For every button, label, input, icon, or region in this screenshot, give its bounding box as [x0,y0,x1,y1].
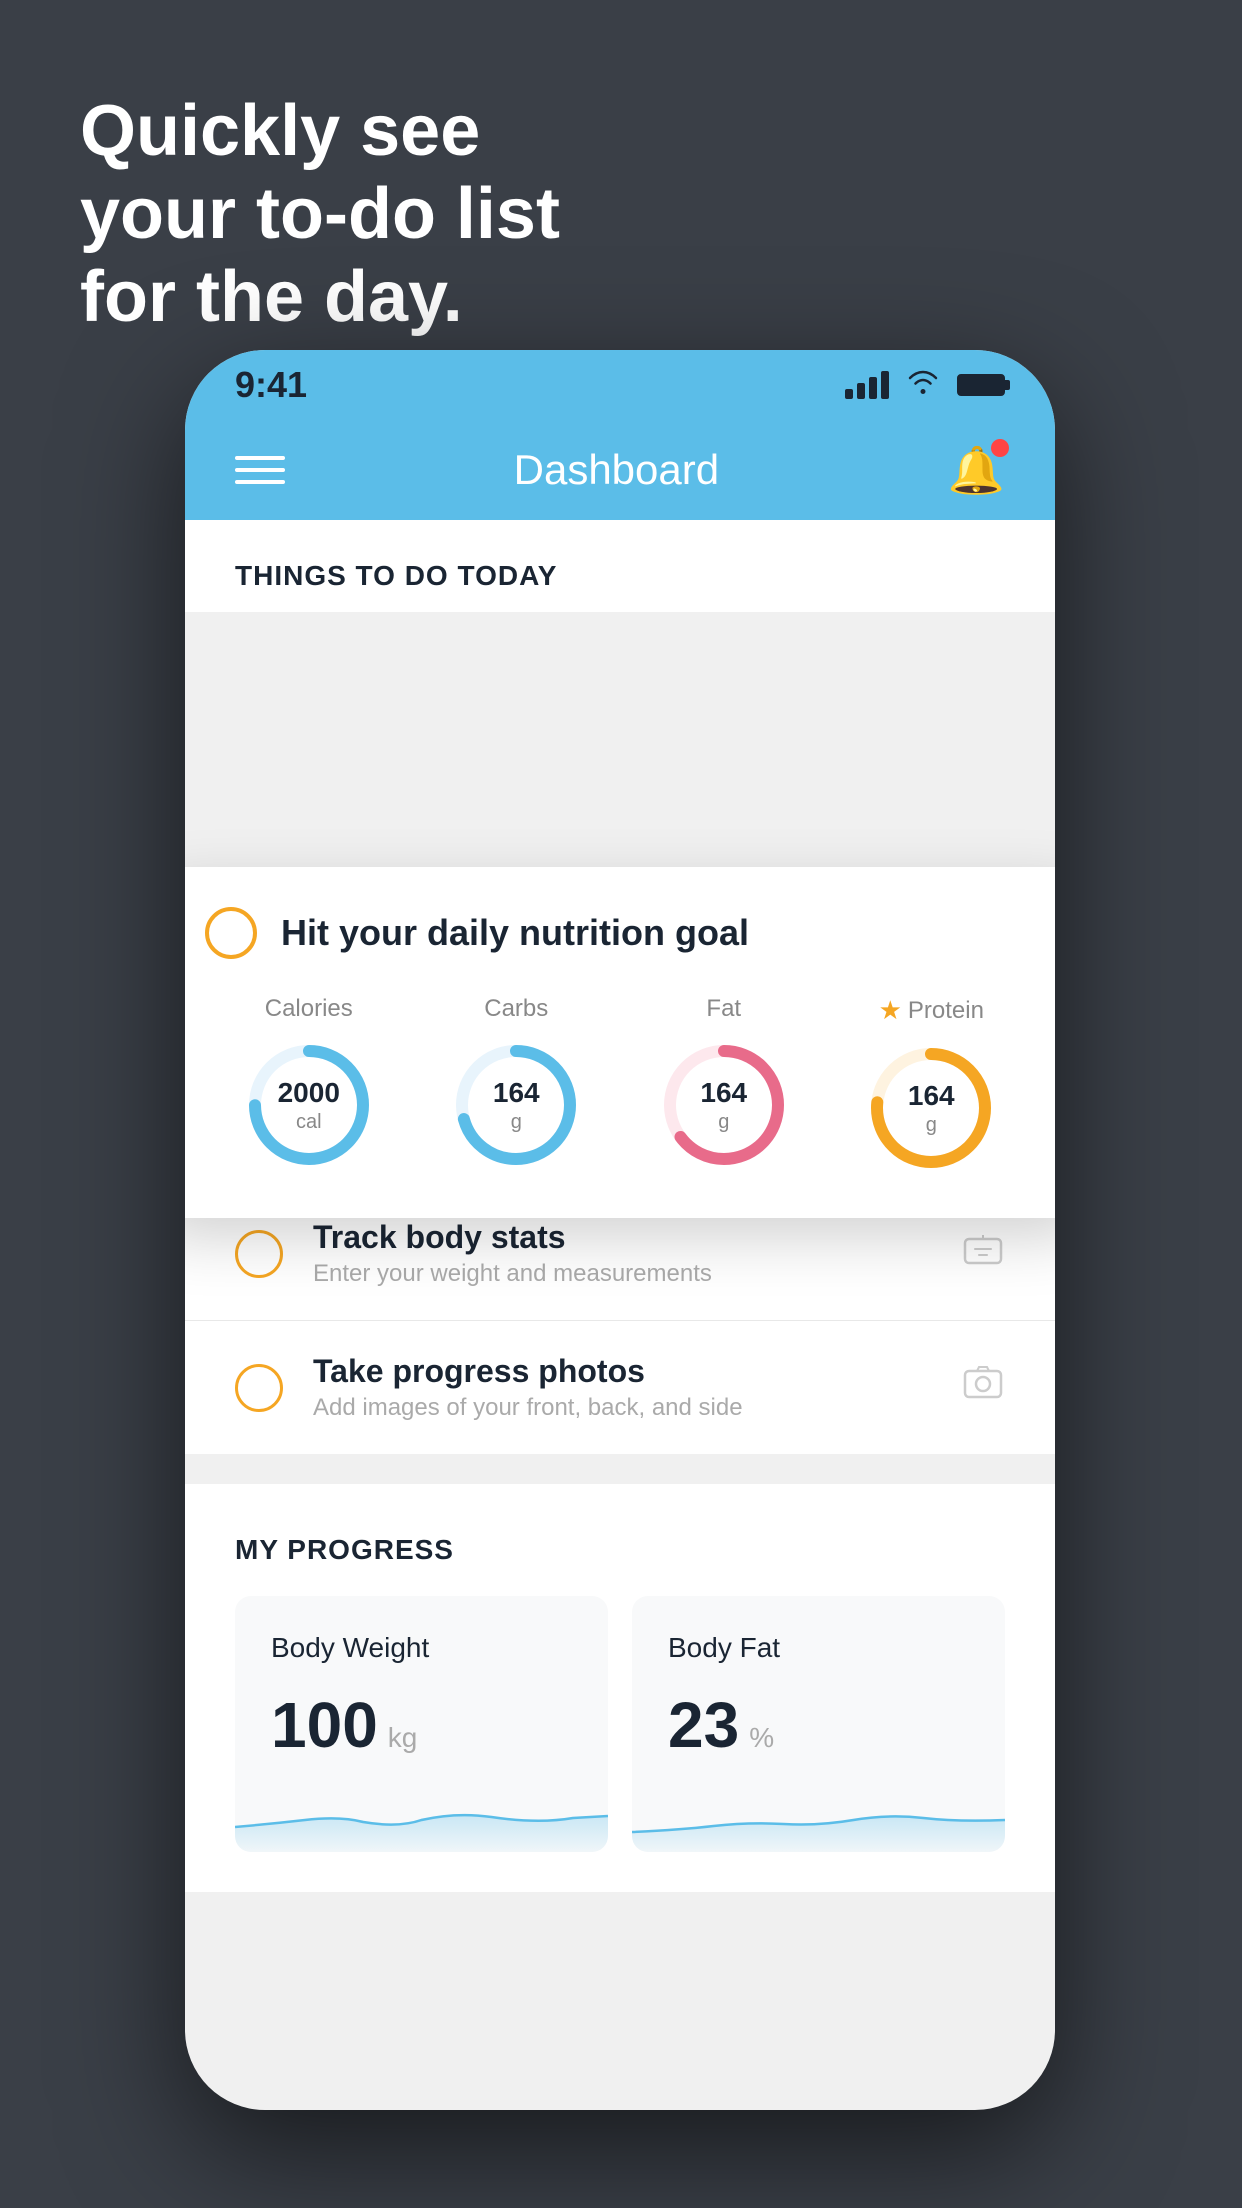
things-section-title: THINGS TO DO TODAY [235,560,557,591]
status-bar: 9:41 [185,350,1055,420]
things-section: THINGS TO DO TODAY [185,520,1055,612]
body-weight-value: 100 [271,1688,378,1762]
body-fat-unit: % [749,1722,774,1754]
todo-photos-name: Take progress photos [313,1353,931,1390]
body-weight-card[interactable]: Body Weight 100 kg [235,1596,608,1852]
macro-protein-value: 164 [908,1079,955,1113]
body-weight-title: Body Weight [271,1632,572,1664]
battery-icon [957,374,1005,396]
status-time: 9:41 [235,364,307,406]
todo-photos-desc: Add images of your front, back, and side [313,1394,931,1422]
scroll-content: THINGS TO DO TODAY Hit your daily nutrit… [185,520,1055,2110]
wifi-icon [905,367,941,403]
body-fat-value: 23 [668,1688,739,1762]
todo-body-stats-desc: Enter your weight and measurements [313,1260,931,1288]
todo-circle-photos [235,1364,283,1412]
macro-fat-value: 164 [700,1076,747,1110]
phone-frame: 9:41 [185,350,1055,2110]
todo-circle-body-stats [235,1230,283,1278]
macro-carbs-chart: 164 g [446,1035,586,1175]
notifications-button[interactable]: 🔔 [948,443,1005,498]
star-icon: ★ [879,995,902,1026]
body-weight-unit: kg [388,1722,418,1754]
body-fat-card[interactable]: Body Fat 23 % [632,1596,1005,1852]
nutrition-card[interactable]: Hit your daily nutrition goal Calories [185,867,1055,1218]
macro-carbs-label: Carbs [484,995,548,1023]
macro-protein: ★ Protein 164 [861,995,1001,1178]
nutrition-card-title: Hit your daily nutrition goal [281,912,749,954]
scale-icon [961,1227,1005,1281]
macro-calories: Calories 2000 cal [239,995,379,1175]
todo-item-photos[interactable]: Take progress photos Add images of your … [185,1320,1055,1454]
macro-protein-label: ★ Protein [879,995,984,1026]
notification-badge [991,439,1009,457]
macro-fat: Fat 164 g [654,995,794,1175]
macro-calories-value: 2000 [278,1076,340,1110]
status-icons [845,367,1005,403]
macro-calories-label: Calories [265,995,353,1023]
macro-protein-chart: 164 g [861,1038,1001,1178]
progress-section: MY PROGRESS Body Weight 100 kg [185,1484,1055,1892]
macro-carbs-value: 164 [493,1076,540,1110]
todo-body-stats-name: Track body stats [313,1219,931,1256]
body-weight-chart [235,1782,608,1852]
page-headline: Quickly see your to-do list for the day. [80,90,560,338]
nutrition-header: Hit your daily nutrition goal [205,907,1035,959]
nutrition-check-circle[interactable] [205,907,257,959]
nav-bar: Dashboard 🔔 [185,420,1055,520]
body-fat-chart [632,1782,1005,1852]
hamburger-menu-button[interactable] [235,456,285,484]
progress-section-title: MY PROGRESS [235,1534,1005,1566]
nutrition-macros: Calories 2000 cal [205,995,1035,1178]
progress-cards: Body Weight 100 kg [235,1596,1005,1852]
nutrition-card-spacer: Hit your daily nutrition goal Calories [185,612,1055,1052]
nav-title: Dashboard [514,446,719,494]
photo-icon [961,1361,1005,1415]
macro-carbs: Carbs 164 g [446,995,586,1175]
body-fat-title: Body Fat [668,1632,969,1664]
macro-calories-chart: 2000 cal [239,1035,379,1175]
macro-fat-chart: 164 g [654,1035,794,1175]
macro-fat-label: Fat [706,995,741,1023]
signal-bars-icon [845,371,889,399]
